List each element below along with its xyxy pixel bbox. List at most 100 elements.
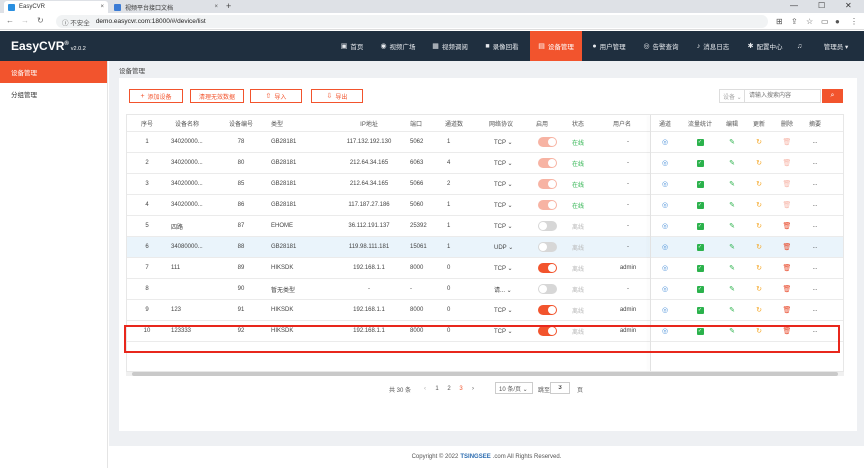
toggle-switch[interactable] xyxy=(537,137,557,147)
summary-button[interactable]: ... xyxy=(806,237,824,257)
edit-button[interactable]: ✎ xyxy=(723,321,741,341)
delete-button[interactable]: 🗑 xyxy=(778,237,796,257)
nav-video-browse[interactable]: ▦ 视频调阅 xyxy=(426,31,474,61)
enable-toggle[interactable] xyxy=(535,321,559,341)
traffic-stats-button[interactable]: ✓ xyxy=(690,237,710,257)
minimize-window-icon[interactable]: — xyxy=(790,0,798,12)
search-input[interactable] xyxy=(745,89,821,103)
page-number[interactable]: 2 xyxy=(445,383,453,395)
toggle-switch[interactable] xyxy=(537,263,557,273)
update-button[interactable]: ↻ xyxy=(750,132,768,152)
page-number-active[interactable]: 3 xyxy=(457,383,465,395)
nav-device-management[interactable]: ▤ 设备管理 xyxy=(530,31,582,61)
nav-config-center[interactable]: ✱ 配置中心 xyxy=(740,31,790,61)
close-window-icon[interactable]: ✕ xyxy=(845,0,852,12)
channel-button[interactable]: ◎ xyxy=(655,321,675,341)
admin-user-menu[interactable]: 管理员 ▾ xyxy=(814,31,858,61)
summary-button[interactable]: ... xyxy=(806,279,824,299)
summary-button[interactable]: ... xyxy=(806,153,824,173)
search-field-select[interactable]: 设备 ⌄ xyxy=(719,89,745,103)
summary-button[interactable]: ... xyxy=(806,174,824,194)
channel-button[interactable]: ◎ xyxy=(655,258,675,278)
edit-button[interactable]: ✎ xyxy=(723,258,741,278)
toggle-switch[interactable] xyxy=(537,305,557,315)
add-device-button[interactable]: + 添加设备 xyxy=(129,89,183,103)
back-icon[interactable]: ← xyxy=(6,15,14,27)
toggle-switch[interactable] xyxy=(537,326,557,336)
profile-icon[interactable]: ● xyxy=(835,16,840,27)
edit-button[interactable]: ✎ xyxy=(723,279,741,299)
protocol-select[interactable]: TCP ⌄ xyxy=(494,174,524,194)
enable-toggle[interactable] xyxy=(535,258,559,278)
enable-toggle[interactable] xyxy=(535,300,559,320)
toggle-switch[interactable] xyxy=(537,284,557,294)
traffic-stats-button[interactable]: ✓ xyxy=(690,153,710,173)
new-tab-button[interactable]: + xyxy=(226,1,231,12)
toggle-switch[interactable] xyxy=(537,221,557,231)
summary-button[interactable]: ... xyxy=(806,258,824,278)
prev-page-button[interactable]: ‹ xyxy=(421,383,429,395)
notification-bell[interactable]: ♫ xyxy=(792,31,810,61)
translate-icon[interactable]: ⊞ xyxy=(776,16,783,27)
traffic-stats-button[interactable]: ✓ xyxy=(690,300,710,320)
url-bar[interactable]: ⓘ 不安全 demo.easycvr.com:18000/#/device/li… xyxy=(56,15,768,28)
nav-user-management[interactable]: ● 用户管理 xyxy=(584,31,634,61)
export-button[interactable]: ⇩ 导出 xyxy=(311,89,363,103)
search-button[interactable]: ⌕ xyxy=(822,89,843,103)
update-button[interactable]: ↻ xyxy=(750,237,768,257)
nav-home[interactable]: ▣ 首页 xyxy=(334,31,370,61)
protocol-select[interactable]: TCP ⌄ xyxy=(494,216,524,236)
traffic-stats-button[interactable]: ✓ xyxy=(690,174,710,194)
update-button[interactable]: ↻ xyxy=(750,279,768,299)
close-tab-icon[interactable]: × xyxy=(214,4,218,10)
edit-button[interactable]: ✎ xyxy=(723,300,741,320)
next-page-button[interactable]: › xyxy=(469,383,477,395)
scrollbar-thumb[interactable] xyxy=(132,372,838,376)
update-button[interactable]: ↻ xyxy=(750,300,768,320)
channel-button[interactable]: ◎ xyxy=(655,279,675,299)
channel-button[interactable]: ◎ xyxy=(655,174,675,194)
summary-button[interactable]: ... xyxy=(806,321,824,341)
protocol-select[interactable]: 请... ⌄ xyxy=(494,279,524,299)
delete-button[interactable]: 🗑 xyxy=(778,216,796,236)
browser-tab-api-docs[interactable]: 视频平台接口文档 × xyxy=(110,1,222,13)
edit-button[interactable]: ✎ xyxy=(723,216,741,236)
bookmark-star-icon[interactable]: ☆ xyxy=(806,16,813,27)
nav-message-log[interactable]: ♪ 消息日志 xyxy=(688,31,738,61)
sidebar-item-group-management[interactable]: 分组管理 xyxy=(0,83,107,105)
traffic-stats-button[interactable]: ✓ xyxy=(690,258,710,278)
delete-button[interactable]: 🗑 xyxy=(778,195,796,215)
update-button[interactable]: ↻ xyxy=(750,258,768,278)
delete-button[interactable]: 🗑 xyxy=(778,153,796,173)
protocol-select[interactable]: TCP ⌄ xyxy=(494,300,524,320)
update-button[interactable]: ↻ xyxy=(750,174,768,194)
toggle-switch[interactable] xyxy=(537,242,557,252)
delete-button[interactable]: 🗑 xyxy=(778,132,796,152)
channel-button[interactable]: ◎ xyxy=(655,300,675,320)
page-size-select[interactable]: 10 条/页 ⌄ xyxy=(495,382,533,394)
enable-toggle[interactable] xyxy=(535,216,559,236)
enable-toggle[interactable] xyxy=(535,174,559,194)
protocol-select[interactable]: TCP ⌄ xyxy=(494,195,524,215)
protocol-select[interactable]: TCP ⌄ xyxy=(494,321,524,341)
close-tab-icon[interactable]: × xyxy=(100,4,104,10)
channel-button[interactable]: ◎ xyxy=(655,132,675,152)
toggle-switch[interactable] xyxy=(537,179,557,189)
sidebar-item-device-management[interactable]: 设备管理 xyxy=(0,61,107,83)
import-button[interactable]: ⇧ 导入 xyxy=(250,89,302,103)
enable-toggle[interactable] xyxy=(535,279,559,299)
protocol-select[interactable]: TCP ⌄ xyxy=(494,132,524,152)
goto-page-input[interactable] xyxy=(550,382,570,394)
traffic-stats-button[interactable]: ✓ xyxy=(690,321,710,341)
delete-button[interactable]: 🗑 xyxy=(778,258,796,278)
browser-tab-easycvr[interactable]: EasyCVR × xyxy=(4,1,108,13)
forward-icon[interactable]: → xyxy=(21,15,29,27)
protocol-select[interactable]: TCP ⌄ xyxy=(494,258,524,278)
traffic-stats-button[interactable]: ✓ xyxy=(690,279,710,299)
channel-button[interactable]: ◎ xyxy=(655,195,675,215)
nav-alarm-query[interactable]: ◎ 告警查询 xyxy=(636,31,686,61)
edit-button[interactable]: ✎ xyxy=(723,174,741,194)
delete-button[interactable]: 🗑 xyxy=(778,279,796,299)
summary-button[interactable]: ... xyxy=(806,216,824,236)
traffic-stats-button[interactable]: ✓ xyxy=(690,132,710,152)
